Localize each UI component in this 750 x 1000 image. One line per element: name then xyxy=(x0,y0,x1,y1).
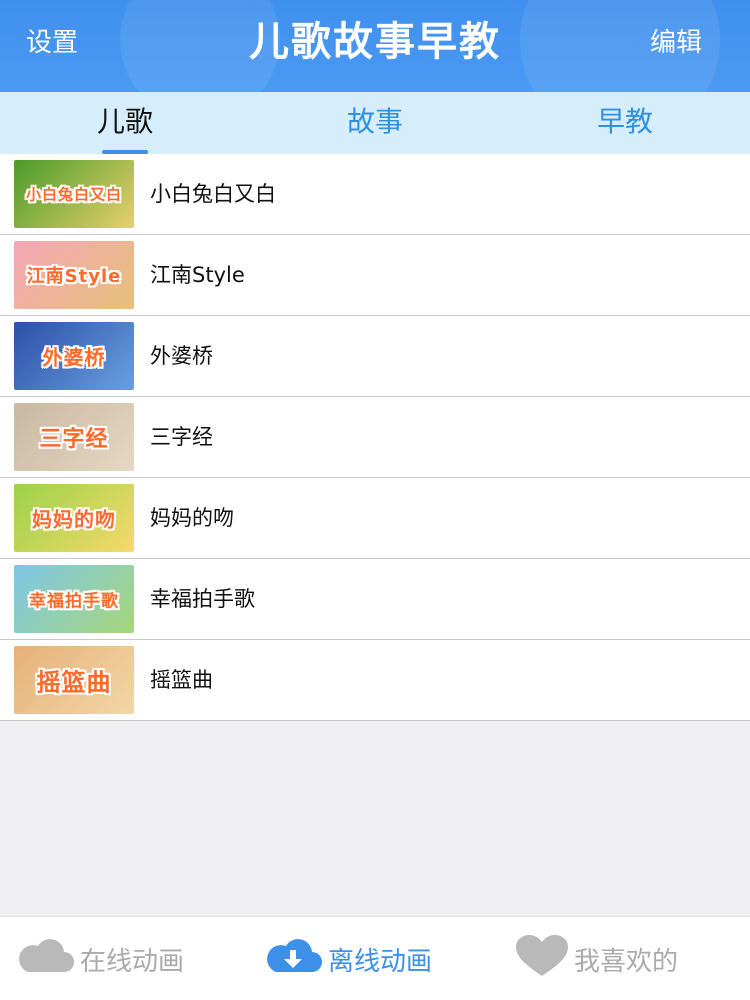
tab-label: 故事 xyxy=(346,105,403,138)
bottom-tab-bar: 在线动画 离线动画 我喜欢的 xyxy=(0,916,750,1000)
tabbar-label: 离线动画 xyxy=(328,946,433,977)
video-thumbnail: 妈妈的吻 xyxy=(14,484,134,552)
video-thumbnail: 三字经 xyxy=(14,403,134,471)
thumbnail-title: 小白兔白又白 xyxy=(25,185,122,204)
video-thumbnail: 江南Style xyxy=(14,241,134,309)
list-item-title: 小白兔白又白 xyxy=(150,182,276,206)
list-item-title: 幸福拍手歌 xyxy=(150,587,255,611)
thumbnail-title: 江南Style xyxy=(26,266,122,287)
tabbar-label: 在线动画 xyxy=(80,946,185,977)
list-item[interactable]: 小白兔白又白 小白兔白又白 xyxy=(0,154,750,235)
list-item[interactable]: 江南Style 江南Style xyxy=(0,235,750,316)
tab-label: 儿歌 xyxy=(96,105,153,138)
list-item[interactable]: 三字经 三字经 xyxy=(0,397,750,478)
page-title: 儿歌故事早教 xyxy=(249,19,501,65)
list-item[interactable]: 摇篮曲 摇篮曲 xyxy=(0,640,750,721)
list-item-title: 摇篮曲 xyxy=(150,668,213,692)
cloud-download-icon xyxy=(262,936,324,983)
thumbnail-title: 三字经 xyxy=(39,427,109,452)
tab-stories[interactable]: 故事 xyxy=(250,92,500,154)
top-nav-bar: 设置 儿歌故事早教 编辑 xyxy=(0,0,750,140)
video-thumbnail: 小白兔白又白 xyxy=(14,160,134,228)
heart-icon xyxy=(514,934,570,985)
tab-label: 早教 xyxy=(596,105,653,138)
list-item-title: 江南Style xyxy=(150,263,245,287)
tabbar-favorites[interactable]: 我喜欢的 xyxy=(514,934,679,985)
list-item[interactable]: 外婆桥 外婆桥 xyxy=(0,316,750,397)
tabbar-online-animation[interactable]: 在线动画 xyxy=(14,935,184,983)
song-list: 小白兔白又白 小白兔白又白 江南Style 江南Style 外婆桥 外婆桥 三字… xyxy=(0,154,750,721)
tabbar-offline-animation[interactable]: 离线动画 xyxy=(262,935,432,983)
thumbnail-title: 妈妈的吻 xyxy=(32,507,116,532)
list-item[interactable]: 幸福拍手歌 幸福拍手歌 xyxy=(0,559,750,640)
tab-early-education[interactable]: 早教 xyxy=(500,92,750,154)
thumbnail-title: 摇篮曲 xyxy=(36,668,112,697)
thumbnail-title: 幸福拍手歌 xyxy=(29,591,119,612)
video-thumbnail: 摇篮曲 xyxy=(14,646,134,714)
tabbar-label: 我喜欢的 xyxy=(574,946,679,977)
list-item-title: 妈妈的吻 xyxy=(150,506,234,530)
list-item[interactable]: 妈妈的吻 妈妈的吻 xyxy=(0,478,750,559)
edit-button[interactable]: 编辑 xyxy=(650,26,702,60)
list-item-title: 三字经 xyxy=(150,425,213,449)
list-item-title: 外婆桥 xyxy=(150,344,213,368)
category-tabs: 儿歌 故事 早教 xyxy=(0,92,750,154)
video-thumbnail: 幸福拍手歌 xyxy=(14,565,134,633)
cloud-icon xyxy=(14,936,76,983)
tab-songs[interactable]: 儿歌 xyxy=(0,92,250,154)
video-thumbnail: 外婆桥 xyxy=(14,322,134,390)
thumbnail-title: 外婆桥 xyxy=(42,345,106,370)
